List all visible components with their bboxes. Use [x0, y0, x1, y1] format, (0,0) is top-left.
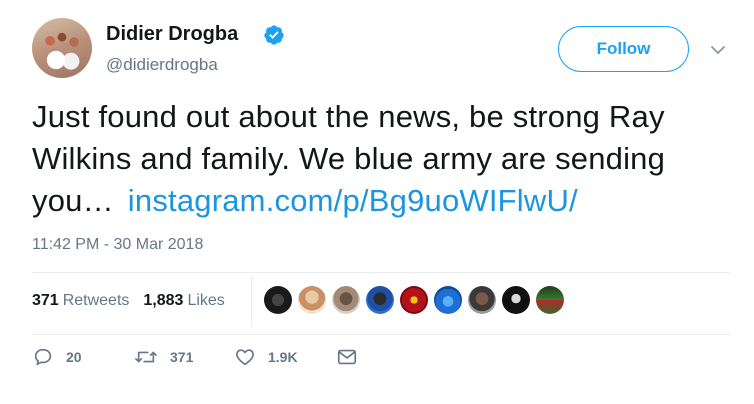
tweet-stats: 371 Retweets 1,883 Likes [32, 292, 225, 310]
action-bar: 20 371 1.9K [32, 346, 372, 374]
avatar[interactable] [32, 18, 92, 78]
chevron-down-icon[interactable] [710, 44, 726, 56]
reply-count: 20 [66, 349, 82, 365]
like-action[interactable]: 1.9K [234, 346, 298, 368]
follow-button[interactable]: Follow [558, 26, 689, 72]
reply-action[interactable]: 20 [32, 346, 82, 368]
heart-icon [236, 349, 254, 366]
likes-stat[interactable]: 1,883 Likes [143, 292, 224, 310]
verified-badge-icon [264, 25, 284, 45]
liker-avatar[interactable] [264, 286, 292, 314]
liker-avatar[interactable] [536, 286, 564, 314]
author-name[interactable]: Didier Drogba [106, 23, 238, 46]
likes-stat-label: Likes [187, 292, 225, 309]
envelope-icon [337, 349, 357, 365]
liker-avatar[interactable] [332, 286, 360, 314]
retweets-stat-label: Retweets [62, 292, 130, 309]
retweet-action[interactable]: 371 [134, 346, 193, 368]
liker-avatar[interactable] [298, 286, 326, 314]
tweet-text: Just found out about the news, be strong… [32, 96, 732, 222]
divider-bottom [32, 334, 730, 335]
retweets-stat[interactable]: 371 Retweets [32, 292, 129, 310]
retweet-count: 371 [170, 349, 194, 365]
liker-avatar[interactable] [400, 286, 428, 314]
stats-separator [251, 276, 252, 326]
liker-avatars [264, 286, 564, 314]
tweet-link[interactable]: instagram.com/p/Bg9uoWIFlwU/ [128, 183, 578, 218]
reply-icon [34, 348, 52, 366]
liker-avatar[interactable] [502, 286, 530, 314]
retweet-icon [135, 351, 157, 363]
tweet-timestamp[interactable]: 11:42 PM - 30 Mar 2018 [32, 236, 203, 254]
liker-avatar[interactable] [468, 286, 496, 314]
retweets-stat-count: 371 [32, 292, 59, 309]
liker-avatar[interactable] [366, 286, 394, 314]
message-action[interactable] [336, 346, 358, 368]
divider-top [32, 272, 730, 273]
like-count: 1.9K [268, 349, 298, 365]
author-handle[interactable]: @didierdrogba [106, 55, 218, 75]
liker-avatar[interactable] [434, 286, 462, 314]
likes-stat-count: 1,883 [143, 292, 184, 309]
